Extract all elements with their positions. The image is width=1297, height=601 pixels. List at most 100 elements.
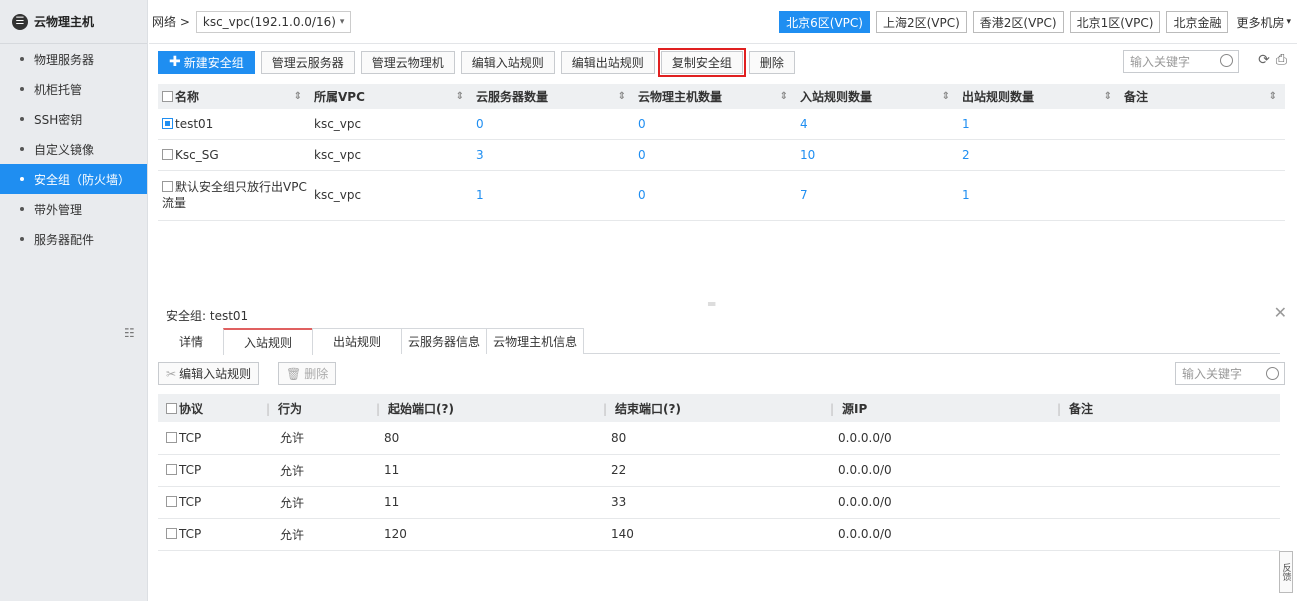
export-icon[interactable]: ⎙ (1276, 52, 1287, 68)
cell-physical-link[interactable]: 0 (634, 109, 796, 140)
cell-physical-link[interactable]: 0 (634, 139, 796, 171)
bullet-icon (20, 87, 24, 91)
rules-header-end-port: | 结束端口(?) (595, 394, 822, 422)
resize-handle-icon[interactable]: ═ (708, 297, 715, 311)
rules-header-start-port: | 起始端口(?) (368, 394, 595, 422)
breadcrumb-root[interactable]: 网络 > (152, 13, 190, 30)
row-checkbox[interactable] (162, 181, 173, 192)
table-row[interactable]: TCP 允许 80 80 0.0.0.0/0 (158, 422, 1280, 455)
search-icon[interactable] (1266, 367, 1279, 380)
region-tab-shanghai2[interactable]: 上海2区(VPC) (875, 11, 967, 33)
cell-physical-link[interactable]: 0 (634, 170, 796, 221)
column-header-cloud-servers[interactable]: 云服务器数量 ⇕ (472, 84, 634, 109)
tab-cloud-server-info[interactable]: 云服务器信息 (401, 328, 488, 354)
tab-inbound-rules[interactable]: 入站规则 (223, 328, 314, 355)
header-label: 所属VPC (314, 90, 365, 104)
header-label: 起始端口(?) (388, 401, 454, 416)
sidebar-item-rack-hosting[interactable]: 机柜托管 (0, 74, 147, 104)
region-tab-beijing-finance[interactable]: 北京金融 (1166, 11, 1229, 33)
delete-button[interactable]: 删除 (748, 50, 795, 74)
cell-outbound-link[interactable]: 2 (958, 139, 1120, 171)
sidebar-item-oob-management[interactable]: 带外管理 (0, 194, 147, 224)
column-header-physical-hosts[interactable]: 云物理主机数量 ⇕ (634, 84, 796, 109)
column-header-outbound-count[interactable]: 出站规则数量 ⇕ (958, 84, 1120, 109)
cell-outbound-link[interactable]: 1 (958, 170, 1120, 221)
plus-icon: ✚ (169, 54, 181, 70)
sort-icon[interactable]: ⇕ (618, 91, 626, 102)
more-regions-dropdown[interactable]: 更多机房 ▾ (1234, 11, 1293, 33)
collapse-sidebar-icon[interactable]: ☷ (124, 326, 135, 340)
column-header-note[interactable]: 备注 ⇕ (1120, 84, 1285, 109)
bullet-icon (20, 237, 24, 241)
vpc-select[interactable]: ksc_vpc(192.1.0.0/16) ▾ (195, 10, 352, 33)
table-row[interactable]: TCP 允许 11 22 0.0.0.0/0 (158, 454, 1280, 487)
sort-icon[interactable]: ⇕ (456, 91, 464, 102)
rule-source-ip: 0.0.0.0/0 (822, 518, 1049, 551)
tab-outbound-rules[interactable]: 出站规则 (312, 328, 403, 354)
select-all-checkbox[interactable] (162, 91, 173, 102)
sidebar-item-ssh-key[interactable]: SSH密钥 (0, 104, 147, 134)
cell-inbound-link[interactable]: 10 (796, 139, 958, 171)
search-input[interactable]: 输入关键字 (1123, 50, 1239, 73)
sidebar-item-custom-image[interactable]: 自定义镜像 (0, 134, 147, 164)
row-checkbox[interactable] (162, 117, 173, 129)
new-security-group-button[interactable]: ✚ 新建安全组 (158, 50, 255, 74)
sort-icon[interactable]: ⇕ (942, 91, 950, 102)
sidebar-item-physical-server[interactable]: 物理服务器 (0, 44, 147, 74)
cell-servers-link[interactable]: 3 (472, 139, 634, 171)
column-header-vpc[interactable]: 所属VPC ⇕ (310, 84, 472, 109)
table-row[interactable]: TCP 允许 11 33 0.0.0.0/0 (158, 486, 1280, 519)
header-label: 入站规则数量 (800, 90, 873, 104)
refresh-icon[interactable]: ⟳ (1258, 52, 1270, 68)
select-all-rules-checkbox[interactable] (166, 402, 177, 414)
sidebar-item-security-group[interactable]: 安全组（防火墙） (0, 164, 147, 194)
cell-servers-link[interactable]: 1 (472, 170, 634, 221)
edit-inbound-rules-button[interactable]: 编辑入站规则 (460, 50, 555, 74)
row-checkbox[interactable] (166, 496, 177, 507)
column-header-inbound-count[interactable]: 入站规则数量 ⇕ (796, 84, 958, 109)
region-tab-beijing6[interactable]: 北京6区(VPC) (779, 11, 870, 33)
protocol-value: TCP (179, 495, 202, 509)
feedback-tab[interactable]: 反馈 (1279, 551, 1293, 593)
row-checkbox[interactable] (166, 464, 177, 475)
tab-details[interactable]: 详情 (158, 328, 225, 354)
rule-source-ip: 0.0.0.0/0 (822, 486, 1049, 519)
tab-physical-host-info[interactable]: 云物理主机信息 (486, 328, 585, 354)
sidebar-item-label: 带外管理 (34, 202, 83, 217)
close-icon[interactable]: ✕ (1274, 303, 1287, 322)
manage-physical-machine-button[interactable]: 管理云物理机 (360, 50, 455, 74)
rules-search-input[interactable]: 输入关键字 (1175, 362, 1285, 385)
sidebar-header[interactable]: ☰ 云物理主机 (0, 0, 147, 44)
rule-end-port: 140 (595, 518, 822, 551)
cell-name: Ksc_SG (158, 139, 310, 171)
cell-inbound-link[interactable]: 7 (796, 170, 958, 221)
column-header-name[interactable]: 名称 ⇕ (158, 84, 310, 109)
header-label: 名称 (175, 90, 200, 104)
delete-rule-button[interactable]: 🗑 删除 (278, 362, 337, 385)
sidebar-item-server-parts[interactable]: 服务器配件 (0, 224, 147, 254)
row-checkbox[interactable] (166, 528, 177, 539)
copy-security-group-button[interactable]: 复制安全组 (657, 47, 746, 77)
table-row[interactable]: Ksc_SG ksc_vpc 3 0 10 2 (158, 139, 1285, 171)
cell-inbound-link[interactable]: 4 (796, 109, 958, 140)
region-tab-beijing1[interactable]: 北京1区(VPC) (1069, 11, 1161, 33)
region-tab-hongkong2[interactable]: 香港2区(VPC) (972, 11, 1064, 33)
search-icon[interactable] (1220, 54, 1233, 67)
table-row[interactable]: test01 ksc_vpc 0 0 4 1 (158, 109, 1285, 140)
header-label: 协议 (179, 401, 204, 416)
table-row[interactable]: TCP 允许 120 140 0.0.0.0/0 (158, 518, 1280, 551)
sort-icon[interactable]: ⇕ (1269, 91, 1277, 102)
manage-cloud-server-button[interactable]: 管理云服务器 (260, 50, 355, 74)
row-checkbox[interactable] (162, 148, 173, 160)
sort-icon[interactable]: ⇕ (294, 91, 302, 102)
sort-icon[interactable]: ⇕ (780, 91, 788, 102)
rules-header-protocol: 协议 (158, 394, 258, 422)
sort-icon[interactable]: ⇕ (1104, 91, 1112, 102)
edit-outbound-rules-button[interactable]: 编辑出站规则 (560, 50, 655, 74)
table-row[interactable]: 默认安全组只放行出VPC流量 ksc_vpc 1 0 7 1 (158, 170, 1285, 221)
edit-inbound-rules-sub-button[interactable]: ✂ 编辑入站规则 (158, 362, 260, 385)
row-checkbox[interactable] (166, 431, 177, 443)
protocol-value: TCP (179, 527, 202, 541)
cell-servers-link[interactable]: 0 (472, 109, 634, 140)
cell-outbound-link[interactable]: 1 (958, 109, 1120, 140)
